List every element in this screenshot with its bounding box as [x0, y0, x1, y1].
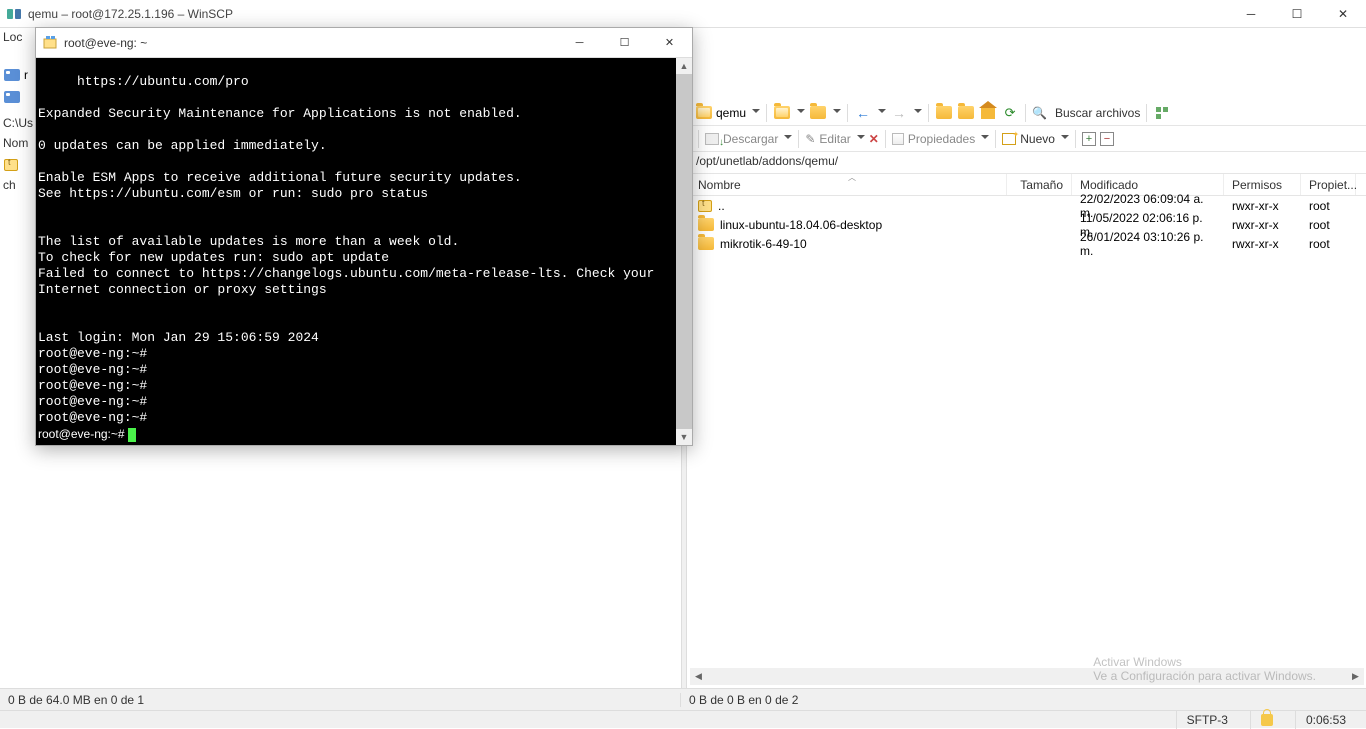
- remote-panel: qemu ← → ⟳ 🔍 Buscar archivos Descargar ✎…: [690, 100, 1366, 253]
- col-permissions[interactable]: Permisos: [1224, 174, 1301, 195]
- remote-folder-combo[interactable]: qemu: [716, 106, 746, 120]
- close-button[interactable]: ✕: [1320, 0, 1366, 28]
- terminal-output[interactable]: https://ubuntu.com/pro Expanded Security…: [36, 58, 676, 445]
- lock-icon: [1261, 714, 1273, 726]
- properties-icon: [892, 133, 904, 145]
- search-files-button[interactable]: Buscar archivos: [1055, 106, 1140, 120]
- local-label-fragment: Loc: [0, 28, 35, 46]
- file-list[interactable]: ..22/02/2023 06:09:04 a. m.rwxr-xr-xroot…: [690, 196, 1366, 253]
- remote-toolbar-nav: qemu ← → ⟳ 🔍 Buscar archivos: [690, 100, 1366, 126]
- chevron-down-icon: [981, 135, 989, 143]
- col-owner[interactable]: Propiet...: [1301, 174, 1356, 195]
- drive-label-fragment: r: [24, 68, 28, 82]
- window-title: qemu – root@172.25.1.196 – WinSCP: [28, 7, 233, 21]
- folder-button[interactable]: [809, 104, 827, 122]
- file-permissions: rwxr-xr-x: [1224, 218, 1301, 232]
- local-col-fragment: Nom: [0, 134, 35, 152]
- scroll-left-button[interactable]: ◀: [690, 668, 707, 685]
- local-row-fragment: ch: [0, 176, 35, 194]
- session-time: 0:06:53: [1295, 711, 1356, 729]
- folder-icon: [698, 218, 714, 231]
- local-path-fragment: C:\Us: [0, 114, 35, 132]
- parent-folder-icon: [4, 159, 18, 171]
- delete-button: ✕: [869, 132, 879, 146]
- file-owner: root: [1301, 218, 1356, 232]
- scrollbar-thumb[interactable]: [676, 74, 692, 429]
- encryption-cell: [1250, 711, 1283, 729]
- file-name: linux-ubuntu-18.04.06-desktop: [720, 218, 882, 232]
- putty-maximize-button[interactable]: ☐: [602, 28, 647, 58]
- tree-button[interactable]: [1153, 104, 1171, 122]
- putty-close-button[interactable]: ✕: [647, 28, 692, 58]
- file-owner: root: [1301, 237, 1356, 251]
- edit-icon: ✎: [805, 132, 815, 146]
- scroll-down-button[interactable]: ▼: [676, 429, 692, 445]
- file-owner: root: [1301, 199, 1356, 213]
- properties-button: Propiedades: [908, 132, 975, 146]
- remote-h-scrollbar[interactable]: ◀ ▶: [690, 668, 1364, 685]
- forward-button: →: [890, 104, 908, 122]
- putty-minimize-button[interactable]: ─: [557, 28, 602, 58]
- folder-icon: [698, 237, 714, 250]
- col-name[interactable]: Nombre︿: [690, 174, 1007, 195]
- file-row[interactable]: mikrotik-6-49-1026/01/2024 03:10:26 p. m…: [690, 234, 1366, 253]
- search-icon: 🔍: [1032, 106, 1051, 120]
- file-modified: 26/01/2024 03:10:26 p. m.: [1072, 230, 1224, 258]
- deselect-all-button[interactable]: −: [1100, 132, 1114, 146]
- select-all-button[interactable]: +: [1082, 132, 1096, 146]
- chevron-down-icon[interactable]: [878, 109, 886, 117]
- chevron-down-icon: [857, 135, 865, 143]
- chevron-down-icon[interactable]: [914, 109, 922, 117]
- download-icon: [705, 133, 719, 145]
- drive-icon: [4, 69, 20, 81]
- folder-open-button[interactable]: [773, 104, 791, 122]
- status-local: 0 B de 64.0 MB en 0 de 1: [0, 693, 680, 707]
- bottom-bar: SFTP-3 0:06:53: [0, 710, 1366, 728]
- putty-scrollbar[interactable]: ▲ ▼: [676, 58, 692, 445]
- home-button[interactable]: [979, 104, 997, 122]
- scroll-up-button[interactable]: ▲: [676, 58, 692, 74]
- new-icon: [1002, 133, 1016, 145]
- minimize-button[interactable]: ─: [1228, 0, 1274, 28]
- edit-button: Editar: [819, 132, 850, 146]
- chevron-down-icon[interactable]: [752, 109, 760, 117]
- putty-title: root@eve-ng: ~: [64, 36, 147, 50]
- file-permissions: rwxr-xr-x: [1224, 237, 1301, 251]
- putty-titlebar[interactable]: root@eve-ng: ~ ─ ☐ ✕: [36, 28, 692, 58]
- local-panel-fragment: Loc r C:\Us Nom ch: [0, 28, 35, 194]
- chevron-down-icon[interactable]: [797, 109, 805, 117]
- winscp-icon: [6, 6, 22, 22]
- file-row[interactable]: ..22/02/2023 06:09:04 a. m.rwxr-xr-xroot: [690, 196, 1366, 215]
- sort-asc-icon: ︿: [848, 172, 856, 183]
- status-bar: 0 B de 64.0 MB en 0 de 1 0 B de 0 B en 0…: [0, 688, 1366, 710]
- refresh-button[interactable]: ⟳: [1001, 104, 1019, 122]
- folder-nav-button[interactable]: [935, 104, 953, 122]
- chevron-down-icon: [784, 135, 792, 143]
- file-permissions: rwxr-xr-x: [1224, 199, 1301, 213]
- file-name: mikrotik-6-49-10: [720, 237, 807, 251]
- parent-folder-icon: [698, 200, 712, 212]
- col-size[interactable]: Tamaño: [1007, 174, 1072, 195]
- remote-toolbar-actions: Descargar ✎ Editar ✕ Propiedades Nuevo +…: [690, 126, 1366, 152]
- chevron-down-icon[interactable]: [833, 109, 841, 117]
- file-name: ..: [718, 199, 725, 213]
- main-titlebar: qemu – root@172.25.1.196 – WinSCP ─ ☐ ✕: [0, 0, 1366, 28]
- protocol-cell: SFTP-3: [1176, 711, 1238, 729]
- chevron-down-icon[interactable]: [1061, 135, 1069, 143]
- scroll-right-button[interactable]: ▶: [1347, 668, 1364, 685]
- putty-icon: [42, 35, 58, 51]
- folder-icon: [696, 106, 712, 119]
- file-row[interactable]: linux-ubuntu-18.04.06-desktop11/05/2022 …: [690, 215, 1366, 234]
- new-button[interactable]: Nuevo: [1020, 132, 1055, 146]
- back-button[interactable]: ←: [854, 104, 872, 122]
- file-list-header: Nombre︿ Tamaño Modificado Permisos Propi…: [690, 174, 1366, 196]
- status-remote: 0 B de 0 B en 0 de 2: [680, 693, 806, 707]
- drive-icon: [4, 91, 20, 103]
- putty-window: root@eve-ng: ~ ─ ☐ ✕ https://ubuntu.com/…: [35, 27, 693, 446]
- download-button: Descargar: [723, 132, 778, 146]
- terminal-cursor: [128, 428, 136, 442]
- folder-nav-button[interactable]: [957, 104, 975, 122]
- maximize-button[interactable]: ☐: [1274, 0, 1320, 28]
- remote-path[interactable]: /opt/unetlab/addons/qemu/: [690, 152, 1366, 174]
